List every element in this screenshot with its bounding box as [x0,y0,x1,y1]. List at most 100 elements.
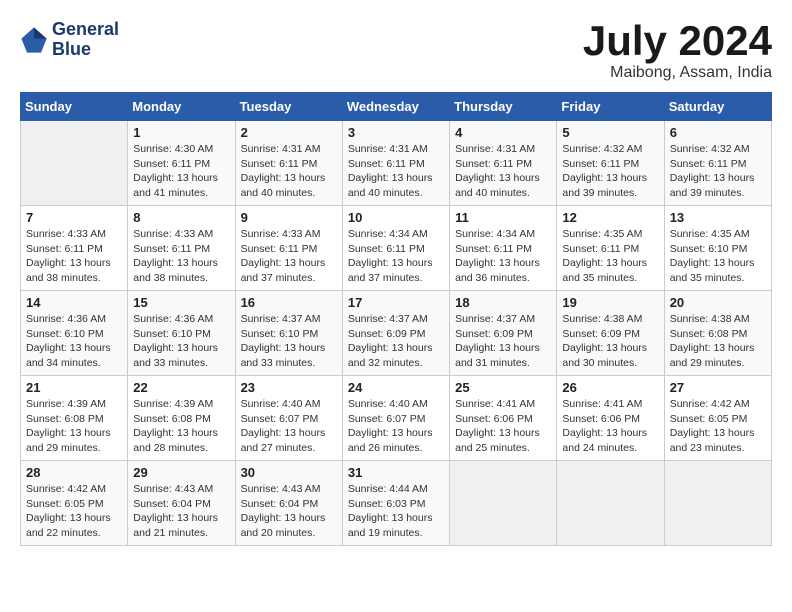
weekday-header-sunday: Sunday [21,93,128,121]
day-info: Sunrise: 4:39 AM Sunset: 6:08 PM Dayligh… [26,397,122,456]
day-number: 10 [348,210,444,225]
calendar-cell [450,461,557,546]
day-number: 8 [133,210,229,225]
calendar-cell: 29Sunrise: 4:43 AM Sunset: 6:04 PM Dayli… [128,461,235,546]
day-number: 28 [26,465,122,480]
month-title: July 2024 [583,20,772,62]
day-info: Sunrise: 4:36 AM Sunset: 6:10 PM Dayligh… [26,312,122,371]
day-number: 16 [241,295,337,310]
calendar-cell: 9Sunrise: 4:33 AM Sunset: 6:11 PM Daylig… [235,206,342,291]
day-info: Sunrise: 4:43 AM Sunset: 6:04 PM Dayligh… [133,482,229,541]
calendar-cell: 4Sunrise: 4:31 AM Sunset: 6:11 PM Daylig… [450,121,557,206]
weekday-header-saturday: Saturday [664,93,771,121]
logo-text: General Blue [52,20,119,60]
day-number: 12 [562,210,658,225]
calendar-cell: 26Sunrise: 4:41 AM Sunset: 6:06 PM Dayli… [557,376,664,461]
calendar-cell: 25Sunrise: 4:41 AM Sunset: 6:06 PM Dayli… [450,376,557,461]
weekday-header-thursday: Thursday [450,93,557,121]
calendar-cell: 18Sunrise: 4:37 AM Sunset: 6:09 PM Dayli… [450,291,557,376]
calendar-cell: 16 Sunrise: 4:37 AM Sunset: 6:10 PM Dayli… [235,291,342,376]
calendar-cell: 14 Sunrise: 4:36 AM Sunset: 6:10 PM Dayli… [21,291,128,376]
logo-icon [20,26,48,54]
weekday-header-monday: Monday [128,93,235,121]
weekday-header-tuesday: Tuesday [235,93,342,121]
day-number: 14 [26,295,122,310]
day-info: Sunrise: 4:41 AM Sunset: 6:06 PM Dayligh… [562,397,658,456]
day-number: 19 [562,295,658,310]
calendar-cell: 21 Sunrise: 4:39 AM Sunset: 6:08 PM Dayli… [21,376,128,461]
day-info: Sunrise: 4:37 AM Sunset: 6:09 PM Dayligh… [348,312,444,371]
day-number: 1 [133,125,229,140]
week-row-2: 7 Sunrise: 4:33 AM Sunset: 6:11 PM Daylig… [21,206,772,291]
calendar-cell: 6 Sunrise: 4:32 AM Sunset: 6:11 PM Daylig… [664,121,771,206]
calendar-table: SundayMondayTuesdayWednesdayThursdayFrid… [20,92,772,546]
day-number: 7 [26,210,122,225]
day-info: Sunrise: 4:34 AM Sunset: 6:11 PM Dayligh… [348,227,444,286]
day-number: 4 [455,125,551,140]
day-number: 25 [455,380,551,395]
day-number: 21 [26,380,122,395]
logo: General Blue [20,20,119,60]
calendar-cell [664,461,771,546]
week-row-4: 21 Sunrise: 4:39 AM Sunset: 6:08 PM Dayli… [21,376,772,461]
day-number: 20 [670,295,766,310]
calendar-cell: 13Sunrise: 4:35 AM Sunset: 6:10 PM Dayli… [664,206,771,291]
day-info: Sunrise: 4:32 AM Sunset: 6:11 PM Dayligh… [562,142,658,201]
day-info: Sunrise: 4:33 AM Sunset: 6:11 PM Dayligh… [26,227,122,286]
weekday-header-friday: Friday [557,93,664,121]
day-info: Sunrise: 4:33 AM Sunset: 6:11 PM Dayligh… [133,227,229,286]
calendar-cell: 3Sunrise: 4:31 AM Sunset: 6:11 PM Daylig… [342,121,449,206]
day-number: 23 [241,380,337,395]
day-info: Sunrise: 4:35 AM Sunset: 6:11 PM Dayligh… [562,227,658,286]
calendar-cell: 24Sunrise: 4:40 AM Sunset: 6:07 PM Dayli… [342,376,449,461]
day-info: Sunrise: 4:31 AM Sunset: 6:11 PM Dayligh… [348,142,444,201]
day-number: 6 [670,125,766,140]
day-number: 13 [670,210,766,225]
week-row-5: 28Sunrise: 4:42 AM Sunset: 6:05 PM Dayli… [21,461,772,546]
logo-line1: General [52,20,119,40]
day-info: Sunrise: 4:38 AM Sunset: 6:09 PM Dayligh… [562,312,658,371]
day-number: 15 [133,295,229,310]
day-info: Sunrise: 4:43 AM Sunset: 6:04 PM Dayligh… [241,482,337,541]
day-info: Sunrise: 4:38 AM Sunset: 6:08 PM Dayligh… [670,312,766,371]
calendar-cell: 20 Sunrise: 4:38 AM Sunset: 6:08 PM Dayli… [664,291,771,376]
calendar-cell: 28Sunrise: 4:42 AM Sunset: 6:05 PM Dayli… [21,461,128,546]
logo-line2: Blue [52,40,119,60]
day-info: Sunrise: 4:39 AM Sunset: 6:08 PM Dayligh… [133,397,229,456]
week-row-3: 14 Sunrise: 4:36 AM Sunset: 6:10 PM Dayli… [21,291,772,376]
calendar-header: SundayMondayTuesdayWednesdayThursdayFrid… [21,93,772,121]
calendar-cell: 11Sunrise: 4:34 AM Sunset: 6:11 PM Dayli… [450,206,557,291]
day-info: Sunrise: 4:44 AM Sunset: 6:03 PM Dayligh… [348,482,444,541]
day-number: 9 [241,210,337,225]
weekday-header-wednesday: Wednesday [342,93,449,121]
day-number: 18 [455,295,551,310]
day-number: 17 [348,295,444,310]
day-number: 22 [133,380,229,395]
calendar-cell: 2Sunrise: 4:31 AM Sunset: 6:11 PM Daylig… [235,121,342,206]
calendar-cell: 8 Sunrise: 4:33 AM Sunset: 6:11 PM Daylig… [128,206,235,291]
calendar-cell: 23Sunrise: 4:40 AM Sunset: 6:07 PM Dayli… [235,376,342,461]
calendar-cell [21,121,128,206]
calendar-cell: 31 Sunrise: 4:44 AM Sunset: 6:03 PM Dayli… [342,461,449,546]
day-number: 31 [348,465,444,480]
calendar-cell: 12 Sunrise: 4:35 AM Sunset: 6:11 PM Dayli… [557,206,664,291]
calendar-cell: 1 Sunrise: 4:30 AM Sunset: 6:11 PM Daylig… [128,121,235,206]
weekday-row: SundayMondayTuesdayWednesdayThursdayFrid… [21,93,772,121]
calendar-cell: 7 Sunrise: 4:33 AM Sunset: 6:11 PM Daylig… [21,206,128,291]
day-info: Sunrise: 4:32 AM Sunset: 6:11 PM Dayligh… [670,142,766,201]
day-info: Sunrise: 4:30 AM Sunset: 6:11 PM Dayligh… [133,142,229,201]
calendar-cell: 30 Sunrise: 4:43 AM Sunset: 6:04 PM Dayli… [235,461,342,546]
day-number: 24 [348,380,444,395]
calendar-cell: 22 Sunrise: 4:39 AM Sunset: 6:08 PM Dayli… [128,376,235,461]
day-info: Sunrise: 4:37 AM Sunset: 6:10 PM Dayligh… [241,312,337,371]
calendar-cell: 5Sunrise: 4:32 AM Sunset: 6:11 PM Daylig… [557,121,664,206]
page-header: General Blue July 2024 Maibong, Assam, I… [20,20,772,82]
calendar-cell: 15Sunrise: 4:36 AM Sunset: 6:10 PM Dayli… [128,291,235,376]
day-number: 30 [241,465,337,480]
calendar-cell: 27Sunrise: 4:42 AM Sunset: 6:05 PM Dayli… [664,376,771,461]
day-info: Sunrise: 4:34 AM Sunset: 6:11 PM Dayligh… [455,227,551,286]
day-number: 2 [241,125,337,140]
calendar-cell: 10 Sunrise: 4:34 AM Sunset: 6:11 PM Dayli… [342,206,449,291]
calendar-cell: 19 Sunrise: 4:38 AM Sunset: 6:09 PM Dayli… [557,291,664,376]
calendar-cell: 17 Sunrise: 4:37 AM Sunset: 6:09 PM Dayli… [342,291,449,376]
